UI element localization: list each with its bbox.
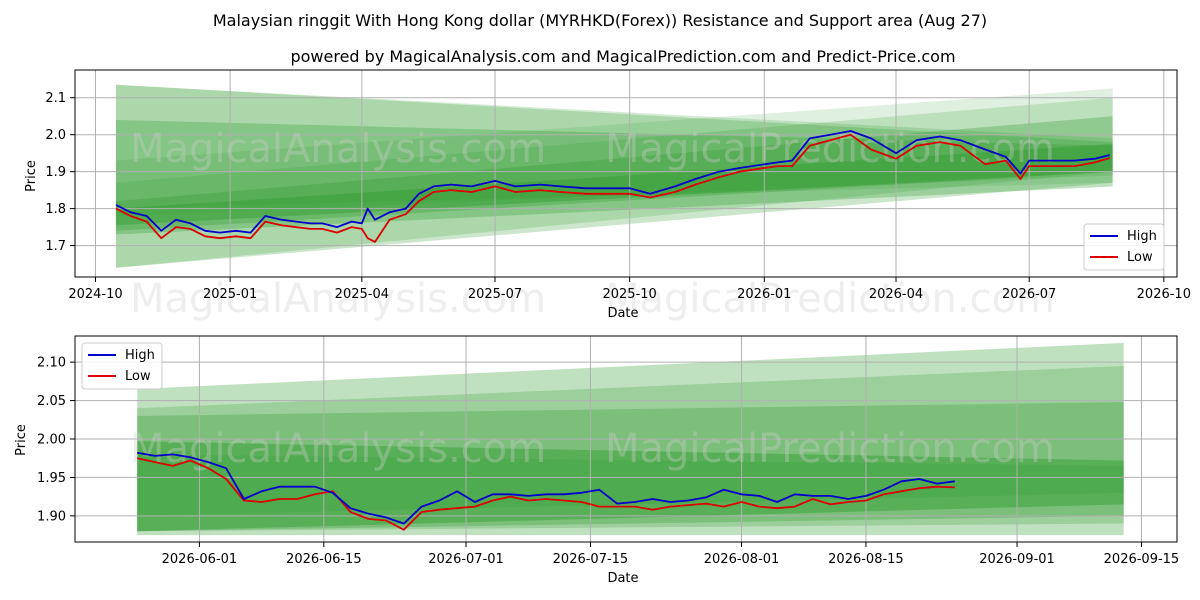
overview-ytick-label: 1.7 [45,239,66,254]
zoom-xtick-label: 2026-09-01 [979,552,1055,567]
overview-watermark-4: MagicalPrediction.com [605,276,1055,322]
zoom-xtick-label: 2026-07-01 [428,552,504,567]
chart-subtitle: powered by MagicalAnalysis.com and Magic… [290,47,955,66]
zoom-xtick-label: 2026-09-15 [1104,552,1180,567]
overview-bands [115,84,1113,268]
overview-xtick-label: 2026-07 [1002,287,1056,302]
zoom-legend-low-label: Low [125,369,151,384]
zoom-ytick-label: 2.00 [37,433,66,448]
zoom-ylabel: Price [14,424,29,456]
zoom-xtick-label: 2026-08-01 [704,552,780,567]
overview-xtick-label: 2025-10 [602,287,656,302]
zoom-xlabel: Date [607,571,638,586]
zoom-ytick-label: 2.10 [37,356,66,371]
overview-xlabel: Date [607,306,638,321]
zoom-legend: High Low [81,342,163,390]
overview-xtick-label: 2025-04 [335,287,389,302]
overview-ytick-label: 2.1 [45,91,66,106]
overview-xtick-label: 2026-04 [869,287,923,302]
overview-legend-high-label: High [1127,229,1157,244]
overview-xtick-label: 2025-01 [203,287,257,302]
zoom-panel: MagicalAnalysis.com MagicalPrediction.co… [14,335,1180,586]
overview-xtick-label: 2024-10 [68,287,122,302]
overview-panel: MagicalAnalysis.com MagicalPrediction.co… [24,69,1191,322]
overview-watermark-2: MagicalPrediction.com [605,126,1055,172]
chart-title: Malaysian ringgit With Hong Kong dollar … [213,11,987,30]
overview-xtick-label: 2026-01 [737,287,791,302]
zoom-ytick-label: 1.95 [37,471,66,486]
zoom-ytick-label: 1.90 [37,509,66,524]
zoom-xtick-label: 2026-08-15 [828,552,904,567]
overview-ytick-label: 1.8 [45,202,66,217]
overview-watermark-1: MagicalAnalysis.com [130,126,546,172]
zoom-xtick-label: 2026-07-15 [553,552,629,567]
overview-xtick-label: 2026-10 [1137,287,1191,302]
overview-legend: High Low [1083,223,1165,271]
zoom-xtick-label: 2026-06-15 [286,552,362,567]
zoom-legend-high-label: High [125,348,155,363]
overview-ylabel: Price [24,160,39,192]
overview-legend-low-label: Low [1127,250,1153,265]
overview-ytick-label: 2.0 [45,128,66,143]
zoom-ytick-label: 2.05 [37,394,66,409]
overview-xtick-label: 2025-07 [468,287,522,302]
overview-ytick-label: 1.9 [45,165,66,180]
zoom-watermark-2: MagicalPrediction.com [605,426,1055,472]
zoom-xtick-label: 2026-06-01 [162,552,238,567]
zoom-watermark-1: MagicalAnalysis.com [130,426,546,472]
chart-canvas: Malaysian ringgit With Hong Kong dollar … [14,11,1191,586]
